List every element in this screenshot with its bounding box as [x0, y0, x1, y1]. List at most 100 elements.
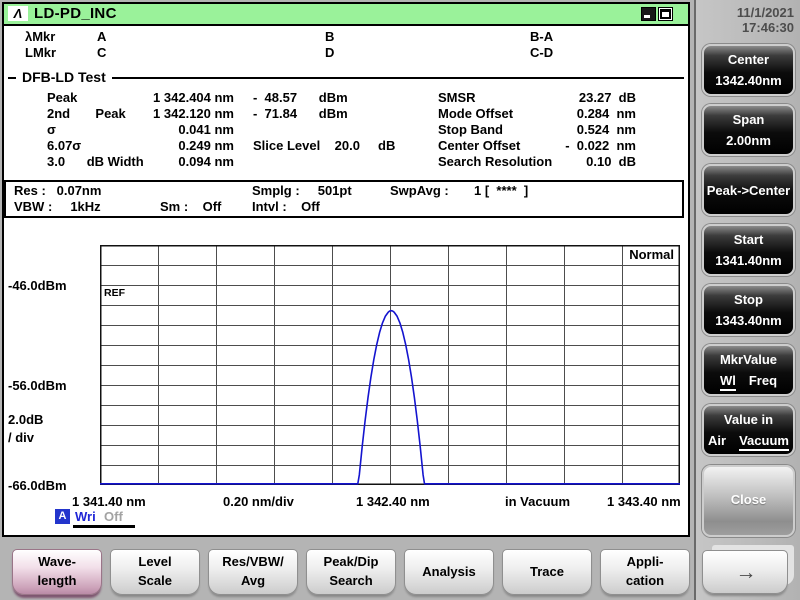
softkey-label: Center — [727, 52, 770, 67]
trace-letter-badge: A — [55, 509, 70, 524]
result-label: σ — [47, 122, 56, 137]
result-value: 0.284 nm — [576, 106, 636, 121]
softkey-label: Stop — [734, 292, 763, 307]
function-key-res-vbw-avg[interactable]: Res/VBW/ Avg — [208, 549, 298, 595]
function-key-label: Analysis — [422, 564, 476, 579]
minimize-button[interactable] — [641, 7, 656, 21]
result-value: 1 342.404 nm — [153, 90, 234, 105]
softkey-close[interactable]: Close — [702, 465, 795, 537]
softkey-marker-value[interactable]: MkrValue Wl Freq — [702, 344, 795, 396]
wl-marker-label: λMkr — [25, 29, 56, 44]
x-axis-start-tick: 1 341.40 nm — [72, 494, 146, 509]
time-display: 17:46:30 — [741, 20, 794, 35]
result-value: 0.10 dB — [586, 154, 636, 169]
result-extra: - 71.84 dBm — [253, 106, 348, 121]
option-wavelength-selected[interactable]: Wl — [719, 373, 736, 391]
softkey-span[interactable]: Span 2.00nm — [702, 104, 795, 156]
smoothing-setting: Sm : Off — [160, 199, 222, 214]
next-page-arrow-icon: → — [735, 561, 757, 584]
y-axis-scale-label-2: / div — [8, 430, 35, 445]
title-bar: Λ LD-PD_INC — [4, 4, 688, 26]
function-key-label: cation — [625, 573, 665, 588]
option-vacuum-selected[interactable]: Vacuum — [739, 433, 789, 451]
function-key-label: Scale — [138, 573, 172, 588]
trace-write-mode-label: Wri — [75, 509, 96, 524]
trace-indicator-underline — [73, 525, 135, 528]
result-value: 0.524 nm — [576, 122, 636, 137]
softkey-label: Value in — [723, 412, 774, 427]
function-key-label: Level — [138, 554, 172, 569]
function-key-label: Peak/Dip — [323, 554, 379, 569]
softkey-peak-to-center[interactable]: Peak->Center — [702, 164, 795, 216]
function-key-label: Trace — [530, 564, 564, 579]
result-value: 1 342.120 nm — [153, 106, 234, 121]
option-air[interactable]: Air — [708, 433, 726, 451]
softkey-stop[interactable]: Stop 1343.40nm — [702, 284, 795, 336]
marker-d-label: D — [325, 45, 335, 60]
y-axis-mid-tick: -56.0dBm — [8, 378, 67, 393]
result-label: Stop Band — [438, 122, 503, 137]
result-label: Peak — [47, 90, 78, 105]
result-extra: Slice Level 20.0 dB — [253, 138, 396, 153]
vbw-setting: VBW : 1kHz — [14, 199, 101, 214]
analysis-section-title: DFB-LD Test — [16, 69, 112, 85]
result-value: 0.249 nm — [178, 138, 234, 153]
result-extra: - 48.57 dBm — [253, 90, 348, 105]
function-key-label: Wave- — [38, 554, 76, 569]
function-key-label: Appli- — [626, 554, 664, 569]
trace-display-off-label: Off — [104, 509, 123, 524]
sweep-average-setting: SwpAvg : 1 [ **** ] — [390, 183, 529, 198]
softkey-label: MkrValue — [719, 352, 778, 367]
x-axis-stop-tick: 1 343.40 nm — [607, 494, 681, 509]
softkey-label: Span — [732, 112, 765, 127]
softkey-value: 1341.40nm — [715, 253, 782, 268]
result-value: - 0.022 nm — [565, 138, 636, 153]
function-key-more[interactable]: → — [702, 550, 788, 594]
softkey-label: Peak->Center — [706, 183, 791, 198]
function-key-application[interactable]: Appli- cation — [600, 549, 690, 595]
softkey-label: Start — [733, 232, 764, 247]
function-key-level-scale[interactable]: Level Scale — [110, 549, 200, 595]
function-key-analysis[interactable]: Analysis — [404, 549, 494, 595]
softkey-center[interactable]: Center 1342.40nm — [702, 44, 795, 96]
main-window: Λ LD-PD_INC λMkr A B B-A LMkr C D C-D DF… — [2, 2, 690, 537]
sweep-mode-label: Normal — [629, 247, 674, 262]
function-key-trace[interactable]: Trace — [502, 549, 592, 595]
ref-level-label: REF — [104, 287, 125, 299]
softkey-value: 1342.40nm — [715, 73, 782, 88]
result-label: SMSR — [438, 90, 476, 105]
result-value: 0.094 nm — [178, 154, 234, 169]
sweep-settings-box: Res : 0.07nm Smplg : 501pt SwpAvg : 1 [ … — [4, 180, 684, 218]
y-axis-bottom-tick: -66.0dBm — [8, 478, 67, 493]
date-display: 11/1/2021 — [736, 5, 794, 20]
window-title: LD-PD_INC — [34, 5, 117, 22]
function-key-wavelength[interactable]: Wave- length — [12, 549, 102, 595]
marker-a-label: A — [97, 29, 107, 44]
function-key-label: length — [37, 573, 77, 588]
lv-marker-label: LMkr — [25, 45, 57, 60]
softkey-sidebar: 11/1/2021 17:46:30 Center 1342.40nm Span… — [694, 0, 800, 600]
maximize-button[interactable] — [658, 7, 673, 21]
sampling-setting: Smplg : 501pt — [252, 183, 352, 198]
y-axis-scale-label: 2.0dB — [8, 412, 44, 427]
result-label: 6.07σ — [47, 138, 82, 153]
function-key-peak-dip-search[interactable]: Peak/Dip Search — [306, 549, 396, 595]
x-axis-center-tick: 1 342.40 nm — [356, 494, 430, 509]
option-frequency[interactable]: Freq — [749, 373, 777, 391]
osa-screen: Λ LD-PD_INC λMkr A B B-A LMkr C D C-D DF… — [0, 0, 800, 600]
result-value: 23.27 dB — [578, 90, 636, 105]
marker-c-label: C — [97, 45, 107, 60]
softkey-value: 1343.40nm — [715, 313, 782, 328]
function-key-label: Search — [329, 573, 373, 588]
softkey-start[interactable]: Start 1341.40nm — [702, 224, 795, 276]
function-key-label: Res/VBW/ — [222, 554, 284, 569]
y-axis-ref-tick: -46.0dBm — [8, 278, 67, 293]
softkey-value-in[interactable]: Value in Air Vacuum — [702, 404, 795, 456]
minimize-icon — [644, 15, 650, 18]
x-axis-medium-label: in Vacuum — [505, 494, 571, 509]
softkey-label: Close — [730, 492, 767, 507]
x-axis-div-label: 0.20 nm/div — [223, 494, 294, 509]
spectrum-plot — [100, 245, 680, 485]
function-key-label: Avg — [240, 573, 266, 588]
marker-cd-label: C-D — [530, 45, 554, 60]
